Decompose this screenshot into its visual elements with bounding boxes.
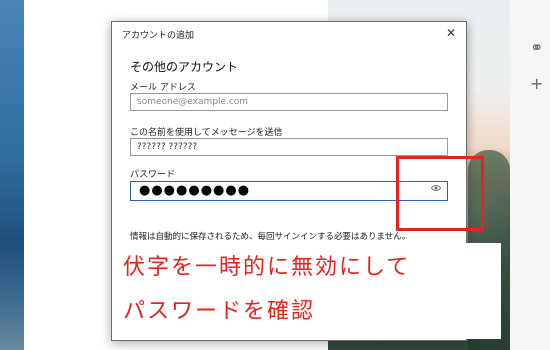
email-field[interactable]: someone@example.com <box>130 93 448 111</box>
email-label: メール アドレス <box>130 83 196 93</box>
close-icon[interactable]: ✕ <box>446 26 456 40</box>
display-name-field[interactable]: ?????? ?????? <box>130 138 448 156</box>
autosave-note: 情報は自動的に保存されるため、毎回サインインする必要はありません。 <box>130 232 411 242</box>
background-wallpaper-left <box>0 0 24 350</box>
annotation-caption: 伏字を一時的に無効にして パスワードを確認 <box>117 243 501 339</box>
caption-line-1: 伏字を一時的に無効にして <box>123 255 411 280</box>
caption-line-2: パスワードを確認 <box>123 299 316 324</box>
dialog-title: アカウントの追加 <box>122 31 195 41</box>
plus-icon[interactable]: + <box>530 76 543 92</box>
annotation-highlight-box <box>396 156 484 231</box>
page-title: その他のアカウント <box>130 60 239 74</box>
display-name-label: この名前を使用してメッセージを送信 <box>130 128 283 138</box>
password-masked-value: ●●●●●●●●● <box>139 183 251 198</box>
link-icon[interactable]: ⚭ <box>530 40 543 56</box>
password-label: パスワード <box>130 170 176 180</box>
